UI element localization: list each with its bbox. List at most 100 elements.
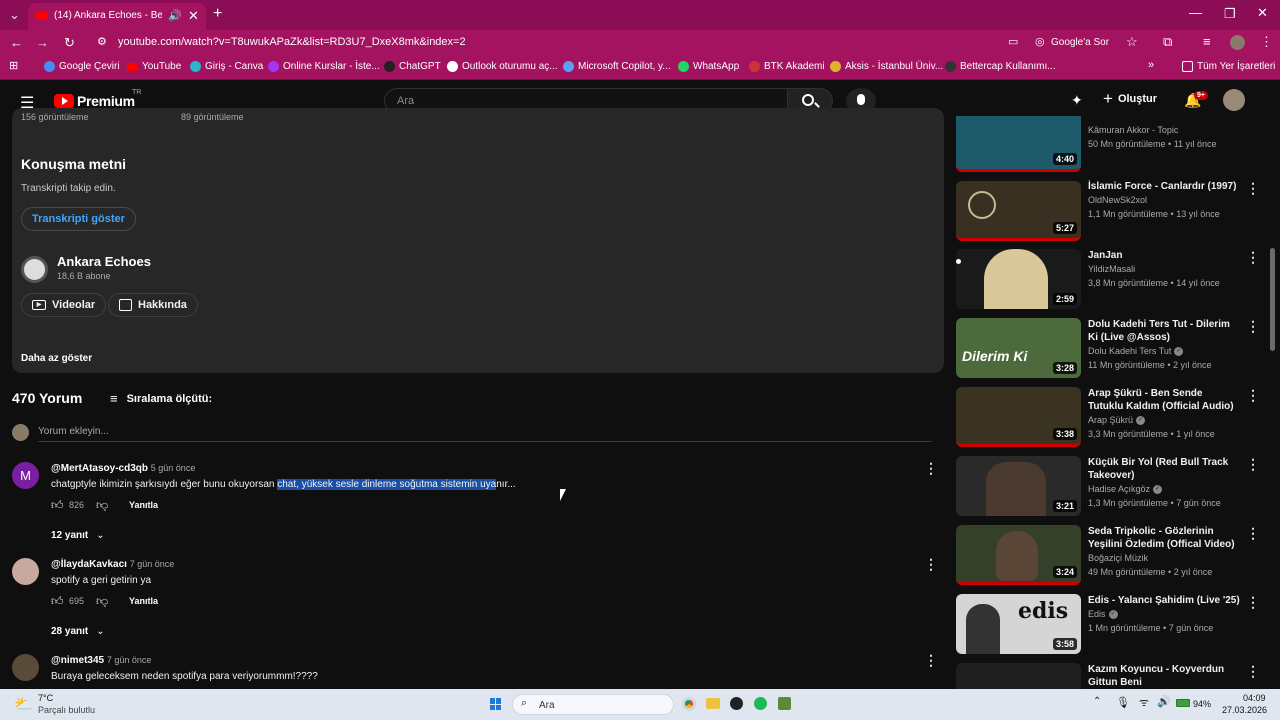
video-menu-icon[interactable]: ⋮ [1246, 249, 1260, 266]
channel-name[interactable]: OldNewSk2xol [1088, 195, 1147, 205]
replies-toggle[interactable]: 12 yanıt ⌄ [51, 530, 105, 541]
channel-name[interactable]: Kâmuran Akkor - Topic [1088, 125, 1178, 135]
comment-author[interactable]: @nimet345 7 gün önce [51, 655, 151, 666]
video-title[interactable]: Edis - Yalancı Şahidim (Live '25) [1088, 594, 1240, 607]
close-window-icon[interactable]: ✕ [1257, 5, 1268, 21]
chrome-taskbar-icon[interactable] [682, 697, 696, 711]
video-menu-icon[interactable]: ⋮ [1246, 180, 1260, 197]
channel-name[interactable]: Edis ✓ [1088, 609, 1118, 620]
google-sor-button[interactable]: Google'a Sor [1051, 37, 1109, 48]
video-menu-icon[interactable]: ⋮ [1246, 318, 1260, 335]
like-icon[interactable]: 👍︎ [51, 594, 64, 609]
minimize-icon[interactable]: — [1189, 5, 1202, 20]
app-taskbar-icon[interactable] [730, 697, 743, 710]
start-windows-icon[interactable] [490, 698, 502, 710]
site-info-icon[interactable]: ⚙ [97, 35, 107, 48]
bookmark-copilot[interactable]: Microsoft Copilot, y... [563, 61, 671, 72]
active-tab[interactable]: (14) Ankara Echoes - Beni A 🔊 ✕ [28, 3, 206, 30]
comment-avatar[interactable] [12, 558, 39, 585]
video-thumbnail[interactable] [956, 663, 1081, 689]
video-thumbnail[interactable]: 3:21 [956, 456, 1081, 516]
speaker-icon[interactable]: 🔊 [168, 9, 182, 22]
video-menu-icon[interactable]: ⋮ [1246, 663, 1260, 680]
weather-icon[interactable]: ⛅ [14, 695, 33, 713]
video-thumbnail[interactable]: Dilerim Ki 3:28 [956, 318, 1081, 378]
video-menu-icon[interactable]: ⋮ [1246, 387, 1260, 404]
microphone-tray-icon[interactable]: 🎙 [1116, 696, 1130, 709]
sort-button[interactable]: ≡ Sıralama ölçütü: [110, 391, 212, 406]
clock-time[interactable]: 04:09 [1243, 693, 1266, 703]
video-menu-icon[interactable]: ⋮ [1246, 525, 1260, 542]
bookmark-google-ceviri[interactable]: Google Çeviri [44, 61, 120, 72]
video-title[interactable]: Arap Şükrü - Ben Sende Tutuklu Kaldım (O… [1088, 387, 1240, 413]
all-bookmarks-folder[interactable]: Tüm Yer İşaretleri [1182, 61, 1275, 72]
google-lens-icon[interactable]: ◎ [1035, 35, 1045, 48]
video-thumbnail[interactable]: 3:24 [956, 525, 1081, 585]
video-title[interactable]: Kazım Koyuncu - Koyverdun Gittun Beni [1088, 663, 1240, 689]
scrollbar[interactable] [1270, 248, 1275, 351]
apps-grid-icon[interactable]: ⊞ [9, 59, 18, 72]
clock-date[interactable]: 27.03.2026 [1222, 705, 1267, 715]
comment-avatar[interactable] [12, 654, 39, 681]
video-menu-icon[interactable]: ⋮ [1246, 594, 1260, 611]
reload-icon[interactable]: ↻ [64, 35, 75, 51]
cast-video-icon[interactable]: ✦ [1071, 92, 1083, 109]
channel-name[interactable]: Boğaziçi Müzik [1088, 553, 1148, 563]
account-avatar[interactable] [1223, 89, 1245, 111]
volume-icon[interactable]: 🔊 [1157, 695, 1171, 708]
channel-name[interactable]: Ankara Echoes [57, 254, 151, 269]
bookmark-whatsapp[interactable]: WhatsApp [678, 61, 739, 72]
add-comment-input[interactable]: Yorum ekleyin... [38, 426, 109, 437]
show-less-link[interactable]: Daha az göster [21, 353, 92, 364]
browser-menu-icon[interactable]: ⋮ [1260, 34, 1273, 50]
comment-menu-icon[interactable]: ⋮ [924, 556, 938, 573]
comment-menu-icon[interactable]: ⋮ [924, 460, 938, 477]
reply-button[interactable]: Yanıtla [129, 596, 158, 606]
bookmark-online-kurslar[interactable]: Online Kurslar - İste... [268, 61, 380, 72]
media-control-icon[interactable]: ≡ [1203, 34, 1211, 49]
weather-temp[interactable]: 7°C [38, 693, 53, 703]
video-thumbnail[interactable]: 5:27 [956, 181, 1081, 241]
bookmark-canva[interactable]: Giriş - Canva [190, 61, 263, 72]
extensions-icon[interactable]: ⧉ [1163, 34, 1172, 50]
replies-toggle[interactable]: 28 yanıt ⌄ [51, 626, 105, 637]
bookmark-chatgpt[interactable]: ChatGPT [384, 61, 441, 72]
video-title[interactable]: JanJan [1088, 249, 1240, 262]
channel-name[interactable]: Hadise Açıkgöz ✓ [1088, 484, 1163, 495]
cast-icon[interactable]: ▭ [1008, 35, 1018, 48]
video-thumbnail[interactable]: 3:38 [956, 387, 1081, 447]
minecraft-icon[interactable] [778, 697, 791, 710]
video-title[interactable]: İslamic Force - Canlardır (1997) [1088, 180, 1240, 193]
weather-desc[interactable]: Parçalı bulutlu [38, 705, 95, 715]
battery-icon[interactable] [1176, 699, 1190, 707]
show-transcript-button[interactable]: Transkripti göster [21, 207, 136, 231]
forward-icon[interactable]: → [36, 35, 49, 50]
video-thumbnail[interactable]: edis 3:58 [956, 594, 1081, 654]
reply-button[interactable]: Yanıtla [129, 500, 158, 510]
tab-list-icon[interactable]: ⌄ [9, 7, 20, 23]
tray-overflow-icon[interactable]: ⌃ [1093, 696, 1101, 707]
comment-author[interactable]: @MertAtasoy-cd3qb 5 gün önce [51, 463, 195, 474]
bookmark-star-icon[interactable]: ☆ [1126, 34, 1138, 50]
url-field[interactable]: youtube.com/watch?v=T8uwukAPaZk&list=RD3… [118, 36, 466, 48]
restore-icon[interactable]: ❐ [1224, 6, 1236, 22]
about-button[interactable]: Hakkında [108, 293, 198, 317]
taskbar-search[interactable]: ⌕ Ara [512, 694, 674, 715]
dislike-icon[interactable]: 👎︎ [96, 498, 108, 513]
channel-name[interactable]: Arap Şükrü ✓ [1088, 415, 1146, 426]
wifi-icon[interactable]: ᯤ [1139, 695, 1149, 710]
bookmark-btk[interactable]: BTK Akademi [749, 61, 825, 72]
bookmark-bettercap[interactable]: Bettercap Kullanımı... [945, 61, 1056, 72]
channel-name[interactable]: YildizMasali [1088, 264, 1135, 274]
comment-avatar[interactable]: M [12, 462, 39, 489]
video-title[interactable]: Dolu Kadehi Ters Tut - Dilerim Ki (Live … [1088, 318, 1240, 344]
video-thumbnail[interactable]: 4:40 [956, 116, 1081, 172]
channel-name[interactable]: Dolu Kadehi Ters Tut ✓ [1088, 346, 1184, 357]
video-menu-icon[interactable]: ⋮ [1246, 456, 1260, 473]
back-icon[interactable]: ← [10, 35, 23, 50]
dislike-icon[interactable]: 👎︎ [96, 594, 108, 609]
bookmark-aksis[interactable]: Aksis - İstanbul Üniv... [830, 61, 943, 72]
videos-button[interactable]: ▶ Videolar [21, 293, 107, 317]
bookmark-youtube[interactable]: YouTube [127, 61, 181, 72]
profile-avatar[interactable] [1230, 35, 1245, 50]
